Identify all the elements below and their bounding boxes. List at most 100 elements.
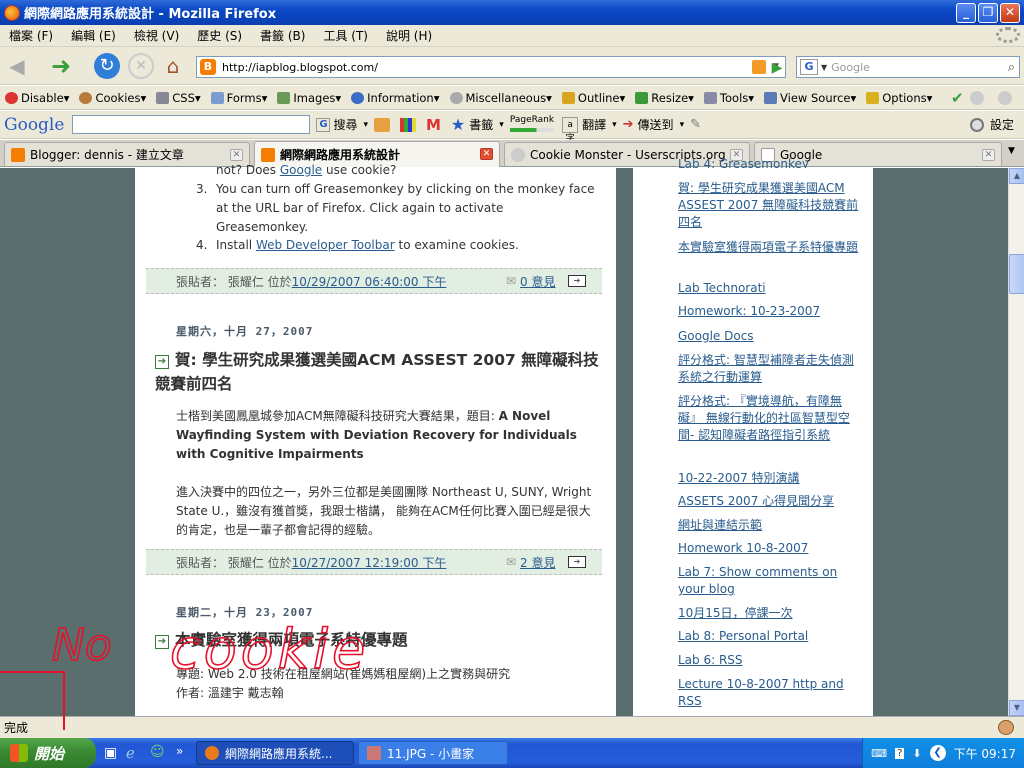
dev-css[interactable]: CSS▾ (151, 91, 205, 105)
sidebar-link[interactable]: Homework: 10-23-2007 (678, 303, 864, 320)
menu-help[interactable]: 說明 (H) (377, 27, 441, 44)
taskbar-item-paint[interactable]: 11.JPG - 小畫家 (358, 741, 508, 765)
search-magnifier-icon[interactable]: ⌕ (1008, 60, 1015, 75)
email-post-icon[interactable]: ➔ (568, 556, 586, 568)
sidebar-link[interactable]: Lecture 10-8-2007 http and RSS (678, 676, 864, 710)
tray-expand-icon[interactable]: ❮ (929, 745, 946, 761)
dev-miscellaneous[interactable]: Miscellaneous▾ (445, 91, 557, 105)
restore-button[interactable]: ❐ (978, 3, 998, 23)
valid-check-icon[interactable]: ✔ (946, 89, 969, 107)
url-text[interactable]: http://iapblog.blogspot.com/ (222, 61, 378, 74)
close-button[interactable]: ✕ (1000, 3, 1020, 23)
sidebar-link[interactable]: Homework 10-8-2007 (678, 540, 864, 557)
dev-tools[interactable]: Tools▾ (699, 91, 759, 105)
status-dot-icon[interactable] (970, 90, 984, 105)
keyboard-icon[interactable]: ⌨ (871, 747, 887, 760)
back-icon[interactable]: ◀ (4, 53, 30, 79)
menu-bookmarks[interactable]: 書籤 (B) (251, 27, 314, 44)
sidebar-link[interactable]: 賀: 學生研究成果獲選美國ACM ASSEST 2007 無障礙科技競賽前四名 (678, 180, 864, 231)
sidebar-link[interactable]: Lab 7: Show comments on your blog (678, 564, 864, 598)
google-settings-button[interactable]: 設定 (990, 116, 1014, 133)
dev-cookies[interactable]: Cookies▾ (74, 91, 151, 105)
vertical-scrollbar[interactable]: ▲ ▼ (1008, 168, 1024, 716)
scroll-thumb[interactable] (1009, 254, 1024, 294)
messenger-icon[interactable]: ☺ (150, 744, 165, 760)
sidebar-link[interactable]: 評分格式: 『實境導航，有障無礙』 無線行動化的社區智慧型空間- 認知障礙者路徑… (678, 393, 864, 444)
search-dropdown-icon[interactable]: ▾ (363, 120, 368, 130)
tab-close-icon[interactable]: ✕ (230, 149, 243, 161)
gmail-icon[interactable]: M (426, 116, 441, 134)
sidebar-link[interactable]: Lab Technorati (678, 280, 864, 297)
dev-options[interactable]: Options▾ (861, 91, 937, 105)
menu-edit[interactable]: 編輯 (E) (62, 27, 125, 44)
ime-icon[interactable]: ⬇ (912, 747, 921, 760)
taskbar-item-firefox[interactable]: 網際網路應用系統... (196, 741, 354, 765)
menu-view[interactable]: 檢視 (V) (125, 27, 188, 44)
scroll-up-icon[interactable]: ▲ (1009, 168, 1024, 184)
search-bar[interactable]: G ▼ Google ⌕ (796, 56, 1020, 78)
stop-icon[interactable]: ✕ (128, 53, 154, 79)
sidebar-link[interactable]: 網址與連結示範 (678, 517, 864, 534)
dev-information[interactable]: Information▾ (346, 91, 444, 105)
greasemonkey-icon[interactable] (998, 720, 1014, 735)
help-icon[interactable]: ? (895, 747, 905, 759)
url-bar[interactable]: B http://iapblog.blogspot.com/ ▼ (196, 56, 786, 78)
sidebar-link[interactable]: Lab 4: Greasemonkey (678, 156, 864, 168)
dev-resize[interactable]: Resize▾ (630, 91, 699, 105)
sidebar-link[interactable]: 10-22-2007 特別演講 (678, 470, 864, 487)
google-search-input[interactable] (72, 115, 311, 134)
dev-forms[interactable]: Forms▾ (206, 91, 273, 105)
sidebar-link[interactable]: 本實驗室獲得兩項電子系特優專題 (678, 239, 864, 256)
comments-link[interactable]: 0 意見 (520, 273, 555, 290)
comments-link[interactable]: 2 意見 (520, 554, 555, 571)
post-title[interactable]: ➔ 本實驗室獲得兩項電子系特優專題 (155, 628, 600, 652)
home-icon[interactable]: ⌂ (160, 53, 186, 79)
menu-file[interactable]: 檔案 (F) (0, 27, 62, 44)
sidebar-link[interactable]: Lab 6: RSS (678, 652, 864, 669)
bookmarks-dropdown-icon[interactable]: ▾ (499, 120, 504, 130)
scroll-down-icon[interactable]: ▼ (1009, 700, 1024, 716)
search-engine-dropdown-icon[interactable]: ▼ (821, 63, 827, 72)
google-send-to-button[interactable]: 傳送到 (638, 116, 674, 133)
pagerank-meter[interactable]: PageRank (509, 115, 554, 135)
show-desktop-icon[interactable]: ▣ (104, 745, 117, 761)
google-apps-icon[interactable] (399, 117, 416, 132)
google-bookmarks-button[interactable]: 書籤 (469, 116, 493, 133)
tab-list-dropdown-icon[interactable]: ▼ (1008, 146, 1015, 156)
dev-images[interactable]: Images▾ (272, 91, 346, 105)
sidebar-link[interactable]: 評分格式: 智慧型補障者走失偵測系統之行動運算 (678, 352, 864, 386)
news-icon[interactable] (373, 117, 390, 132)
ie-icon[interactable]: ℯ (126, 744, 135, 762)
quicklaunch-more-icon[interactable]: » (176, 744, 183, 758)
tab-close-icon[interactable]: ✕ (480, 148, 493, 160)
search-engine-icon[interactable]: G (800, 59, 818, 75)
start-button[interactable]: 開始 (0, 738, 96, 768)
tab-blogger[interactable]: Blogger: dennis - 建立文章 ✕ (4, 142, 250, 166)
dev-disable[interactable]: Disable▾ (0, 91, 74, 105)
sidebar-link[interactable]: Lab 8: Personal Portal (678, 628, 864, 645)
google-logo[interactable]: Google (4, 115, 64, 135)
sidebar-link[interactable]: ASSETS 2007 心得見聞分享 (678, 493, 864, 510)
send-to-dropdown-icon[interactable]: ▾ (680, 120, 685, 130)
google-search-button[interactable]: 搜尋 (333, 116, 357, 133)
sidebar-link[interactable]: Google Docs (678, 328, 864, 345)
post-timestamp-link[interactable]: 10/27/2007 12:19:00 下午 (292, 554, 447, 571)
tab-close-icon[interactable]: ✕ (982, 149, 995, 161)
reload-icon[interactable]: ↻ (94, 53, 120, 79)
email-post-icon[interactable]: ➔ (568, 275, 586, 287)
translate-dropdown-icon[interactable]: ▾ (612, 120, 617, 130)
google-translate-button[interactable]: 翻譯 (582, 116, 606, 133)
highlighter-icon[interactable]: ✎ (690, 117, 701, 132)
post-title[interactable]: ➔ 賀: 學生研究成果獲選美國ACM ASSEST 2007 無障礙科技競賽前四名 (155, 348, 600, 396)
web-developer-toolbar-link[interactable]: Web Developer Toolbar (256, 238, 395, 252)
forward-icon[interactable]: ➜ (48, 53, 74, 79)
menu-tools[interactable]: 工具 (T) (314, 27, 377, 44)
search-placeholder[interactable]: Google (831, 61, 870, 74)
status-dot-icon[interactable] (998, 90, 1012, 105)
dev-view-source[interactable]: View Source▾ (759, 91, 861, 105)
minimize-button[interactable]: _ (956, 3, 976, 23)
sidebar-link[interactable]: 10月15日，停課一次 (678, 605, 864, 622)
menu-history[interactable]: 歷史 (S) (188, 27, 251, 44)
google-link[interactable]: Google (280, 163, 322, 177)
post-timestamp-link[interactable]: 10/29/2007 06:40:00 下午 (292, 273, 447, 290)
